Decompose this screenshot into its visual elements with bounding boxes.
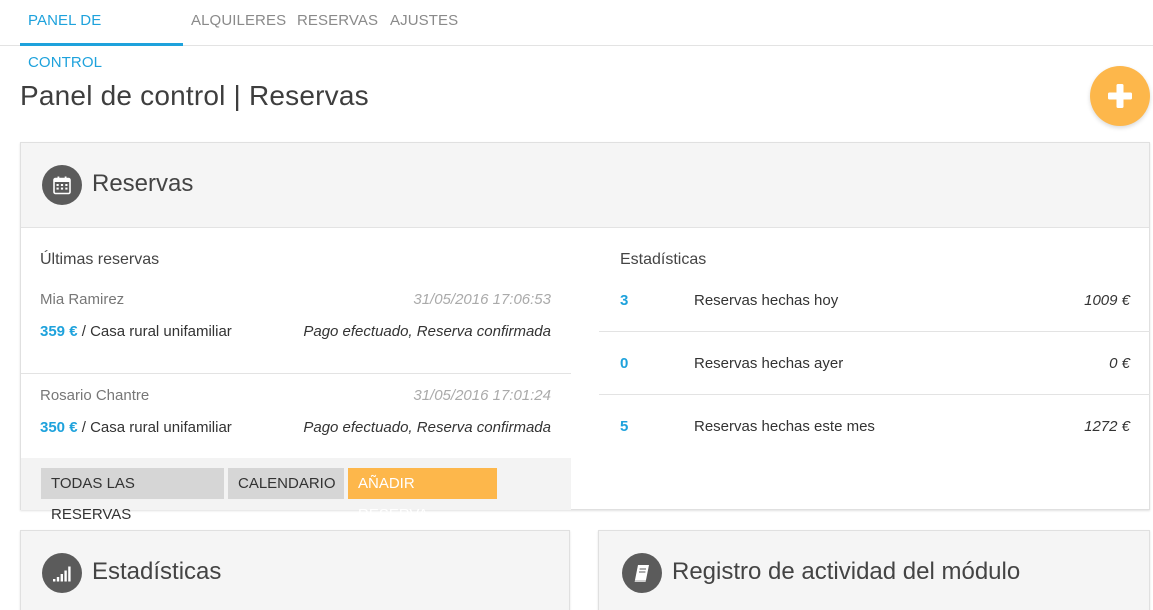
booking-date: 31/05/2016 17:06:53 (413, 291, 551, 308)
booking-separator: / (77, 419, 91, 436)
stat-amount: 0 € (1109, 355, 1130, 372)
stat-row-month: 5 Reservas hechas este mes 1272 € (599, 395, 1150, 458)
booking-guest-name: Rosario Chantre (40, 387, 150, 404)
reservas-card-header: Reservas (21, 143, 1149, 228)
stat-label: Reservas hechas este mes (694, 418, 875, 435)
top-nav: PANEL DE CONTROL ALQUILERES RESERVAS AJU… (0, 0, 1153, 71)
book-icon (622, 553, 662, 593)
activity-log-card: Registro de actividad del módulo (598, 530, 1150, 610)
booking-item[interactable]: Rosario Chantre 31/05/2016 17:01:24 350 … (21, 375, 571, 470)
all-bookings-button[interactable]: TODAS LAS RESERVAS (41, 468, 224, 523)
reservas-card-title: Reservas (92, 170, 194, 197)
tab-panel-de-control[interactable]: PANEL DE CONTROL (20, 0, 183, 71)
stat-count[interactable]: 5 (620, 418, 628, 435)
booking-price: 350 € (40, 419, 78, 436)
booking-property: Casa rural unifamiliar (90, 419, 232, 436)
statistics-card: Estadísticas (20, 530, 570, 610)
booking-actions-bar: TODAS LAS RESERVAS CALENDARIO AÑADIR RES… (21, 458, 571, 523)
booking-item[interactable]: Mia Ramirez 31/05/2016 17:06:53 359 € / … (21, 279, 571, 374)
stat-label: Reservas hechas hoy (694, 292, 839, 309)
tab-reservas[interactable]: RESERVAS (297, 0, 378, 46)
stat-count[interactable]: 0 (620, 355, 628, 372)
booking-price: 359 € (40, 323, 78, 340)
booking-summary: 359 € / Casa rural unifamiliar (40, 323, 232, 340)
stat-count[interactable]: 3 (620, 292, 628, 309)
add-fab-button[interactable] (1090, 66, 1150, 126)
add-booking-button[interactable]: AÑADIR RESERVA (348, 468, 497, 523)
stat-row-yesterday: 0 Reservas hechas ayer 0 € (599, 332, 1150, 395)
tab-alquileres[interactable]: ALQUILERES (191, 0, 286, 46)
booking-stats-panel: Estadísticas 3 Reservas hechas hoy 1009 … (599, 229, 1150, 510)
activity-log-card-title: Registro de actividad del módulo (672, 558, 1021, 585)
stat-amount: 1009 € (1084, 292, 1130, 309)
booking-summary: 350 € / Casa rural unifamiliar (40, 419, 232, 436)
booking-guest-name: Mia Ramirez (40, 291, 125, 308)
stats-title: Estadísticas (620, 251, 707, 268)
statistics-card-title: Estadísticas (92, 558, 222, 585)
booking-separator: / (77, 323, 91, 340)
latest-bookings-panel: Últimas reservas Mia Ramirez 31/05/2016 … (21, 229, 571, 523)
calendar-button[interactable]: CALENDARIO (228, 468, 344, 499)
reservas-card: Reservas Últimas reservas Mia Ramirez 31… (20, 142, 1150, 523)
signal-bars-icon (42, 553, 82, 593)
booking-date: 31/05/2016 17:01:24 (413, 387, 551, 404)
plus-icon (1108, 84, 1132, 108)
booking-property: Casa rural unifamiliar (90, 323, 232, 340)
page-title: Panel de control | Reservas (20, 80, 369, 111)
tab-ajustes[interactable]: AJUSTES (390, 0, 458, 46)
booking-status: Pago efectuado, Reserva confirmada (303, 419, 551, 436)
stat-row-today: 3 Reservas hechas hoy 1009 € (599, 269, 1150, 332)
calendar-icon (42, 165, 82, 205)
latest-bookings-title: Últimas reservas (40, 251, 160, 268)
stat-label: Reservas hechas ayer (694, 355, 844, 372)
stat-amount: 1272 € (1084, 418, 1130, 435)
booking-status: Pago efectuado, Reserva confirmada (303, 323, 551, 340)
